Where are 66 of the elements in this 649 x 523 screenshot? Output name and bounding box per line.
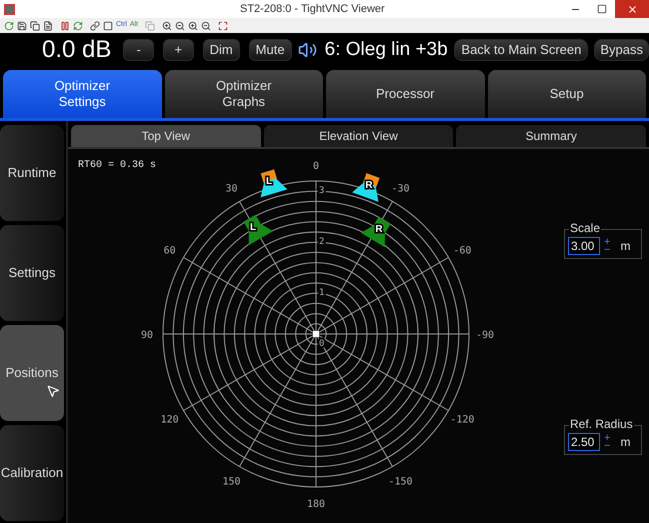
angle-label: 180 xyxy=(306,499,326,510)
decrement-button[interactable]: − xyxy=(604,442,610,450)
preset-name: 6: Oleg lin +3b xyxy=(324,38,449,62)
speaker-letter: R xyxy=(365,180,373,191)
angle-label: -120 xyxy=(450,414,474,426)
link-icon[interactable] xyxy=(90,20,100,30)
main-tab[interactable]: Optimizer Settings xyxy=(3,70,162,118)
save-icon[interactable] xyxy=(17,20,27,30)
pause-icon[interactable] xyxy=(60,20,70,30)
refresh-icon[interactable] xyxy=(4,20,14,30)
close-button[interactable] xyxy=(615,0,649,18)
decrement-button[interactable]: − xyxy=(604,246,610,254)
increment-button[interactable]: + xyxy=(604,238,610,246)
rt60-label: RT60 = 0.36 s xyxy=(78,160,156,171)
angle-label: 60 xyxy=(164,246,176,256)
control-button[interactable]: - xyxy=(123,39,154,61)
window-icon[interactable] xyxy=(103,20,113,30)
main-tab[interactable]: Processor xyxy=(326,70,484,118)
window-title: ST2-208:0 - TightVNC Viewer xyxy=(240,2,385,17)
close-icon xyxy=(626,4,638,14)
clipboard-icon[interactable] xyxy=(145,20,156,30)
unit-label: m xyxy=(620,434,630,451)
unit-label: m xyxy=(620,238,630,255)
angle-label: 90 xyxy=(140,330,154,341)
zoom-in-icon[interactable] xyxy=(188,20,198,30)
zoom-out-icon[interactable] xyxy=(175,20,186,30)
sidebar-item[interactable]: Calibration xyxy=(0,425,64,521)
reload-icon[interactable] xyxy=(73,20,83,30)
copy-icon[interactable] xyxy=(30,20,40,30)
sidebar-item[interactable]: Settings xyxy=(0,225,64,321)
cursor-icon xyxy=(46,384,60,398)
app-icon xyxy=(4,4,15,14)
speaker-icon[interactable] xyxy=(298,40,317,60)
zoom-out-icon[interactable] xyxy=(201,20,212,30)
angle-label: -150 xyxy=(388,476,413,488)
angle-label: 0 xyxy=(312,161,320,172)
angle-label: 150 xyxy=(222,476,241,488)
angle-label: -60 xyxy=(453,246,472,256)
bypass-button[interactable]: Bypass xyxy=(594,39,649,61)
value-field[interactable]: 3.00 xyxy=(568,237,600,255)
control-button[interactable]: + xyxy=(162,39,194,61)
back-button[interactable]: Back to Main Screen xyxy=(454,39,588,61)
main-tab[interactable]: Optimizer Graphs xyxy=(164,70,323,118)
fullscreen-icon[interactable] xyxy=(218,20,228,30)
main-tab[interactable]: Setup xyxy=(488,70,646,118)
sidebar-item[interactable]: Positions xyxy=(0,325,64,421)
zoom-in-icon[interactable] xyxy=(162,20,172,30)
value-field[interactable]: 2.50 xyxy=(568,433,600,451)
speaker-letter: R xyxy=(375,224,383,235)
increment-button[interactable]: + xyxy=(604,434,610,442)
field-label: Scale xyxy=(569,221,602,235)
sidebar-item[interactable]: Runtime xyxy=(0,125,64,221)
view-tab[interactable]: Top View xyxy=(71,125,261,147)
view-tab[interactable]: Summary xyxy=(456,125,646,147)
field-label: Ref. Radius xyxy=(569,417,634,431)
document-icon[interactable] xyxy=(43,20,53,30)
angle-label: -90 xyxy=(476,330,494,341)
speaker-letter: L xyxy=(250,222,256,233)
view-tab[interactable]: Elevation View xyxy=(264,125,454,147)
control-button[interactable]: Mute xyxy=(248,39,292,61)
angle-label: 120 xyxy=(160,414,179,426)
angle-label: -30 xyxy=(391,184,410,195)
maximize-icon[interactable] xyxy=(597,4,607,14)
control-button[interactable]: Dim xyxy=(202,39,240,61)
volume-readout: 0.0 dB xyxy=(42,35,112,65)
angle-label: 30 xyxy=(225,184,238,195)
